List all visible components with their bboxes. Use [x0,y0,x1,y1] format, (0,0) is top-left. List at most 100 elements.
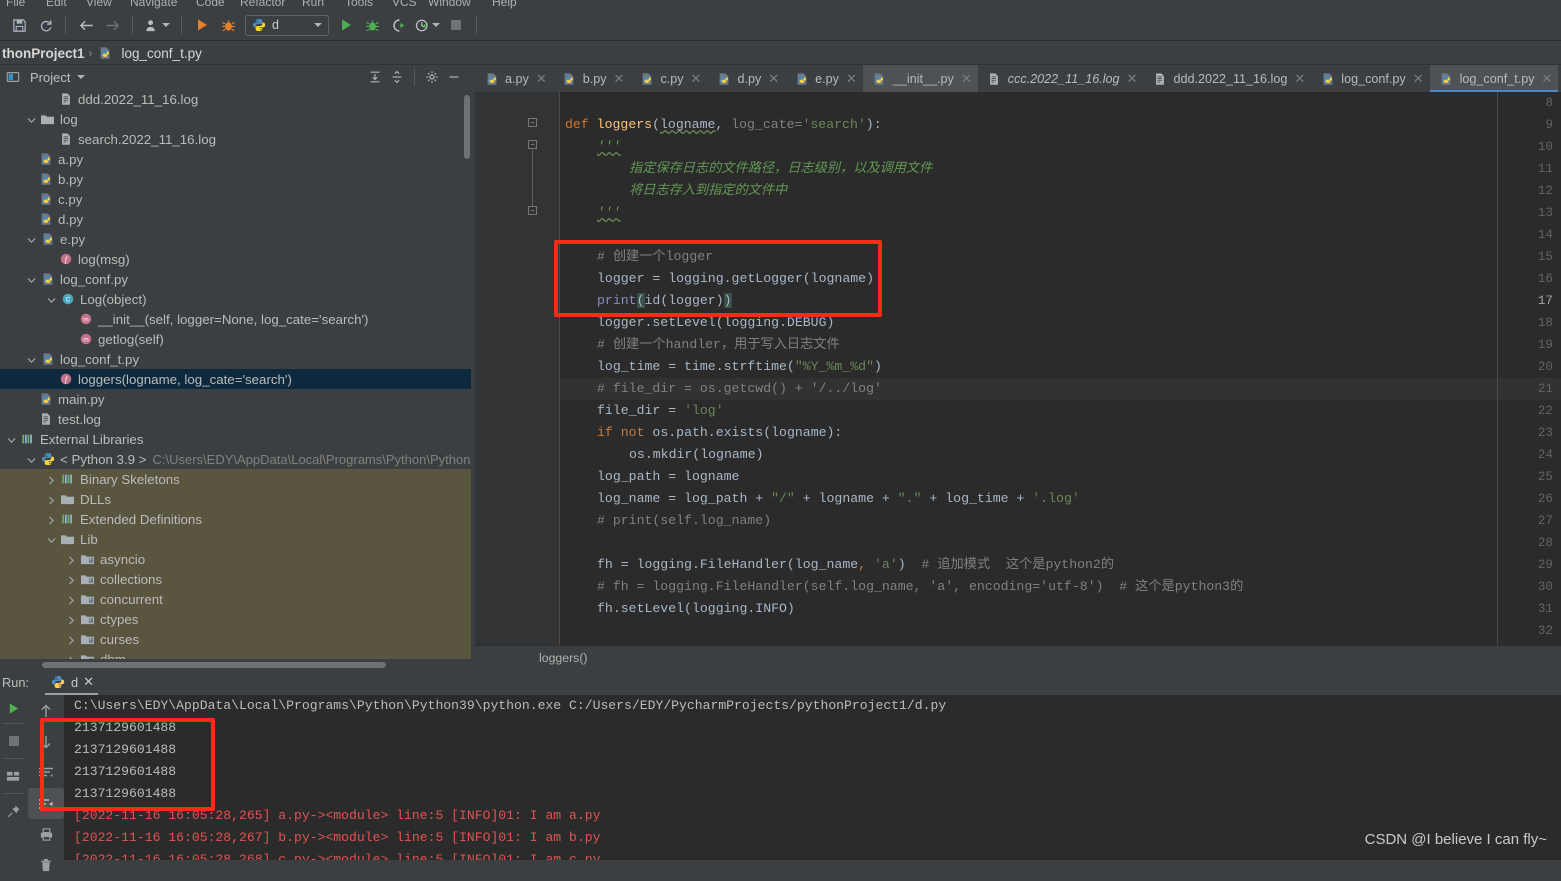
menu-item-help[interactable]: Help [492,0,517,9]
tree-item-dbm[interactable]: dbm [0,649,471,659]
soft-wrap-icon[interactable] [28,757,64,788]
tree-item-e.py[interactable]: e.py [0,229,471,249]
editor-gutter[interactable] [475,92,529,645]
close-icon[interactable]: ✕ [1294,71,1305,87]
tree-item-external-libraries[interactable]: External Libraries [0,429,471,449]
chevron-right-icon[interactable] [46,514,57,525]
profiler-icon[interactable] [411,13,443,37]
fold-marker-docstring-end[interactable]: − [528,206,537,215]
tree-item-collections[interactable]: collections [0,569,471,589]
chevron-down-icon[interactable] [46,294,57,305]
breadcrumb-file[interactable]: log_conf_t.py [122,46,202,61]
close-icon[interactable]: ✕ [614,71,625,87]
chevron-down-icon[interactable] [6,434,17,445]
collapse-all-icon[interactable] [386,67,408,87]
navigate-forward-icon[interactable] [99,13,125,37]
tree-item-search.2022_11_16.log[interactable]: search.2022_11_16.log [0,129,471,149]
project-tree-horizontal-scrollbar[interactable] [0,660,471,669]
rerun-icon[interactable] [0,695,27,721]
navigate-back-icon[interactable] [73,13,99,37]
debug-orange-icon[interactable] [215,13,241,37]
close-icon[interactable]: ✕ [691,71,702,87]
close-icon[interactable]: ✕ [768,71,779,87]
debug-button[interactable] [359,13,385,37]
chevron-down-icon[interactable] [26,114,37,125]
menu-item-tools[interactable]: Tools [345,0,373,9]
breadcrumb-project[interactable]: thonProject1 [2,46,85,61]
editor-tab-b.py[interactable]: b.py ✕ [553,65,631,92]
close-icon[interactable]: ✕ [846,71,857,87]
editor-tab-d.py[interactable]: d.py ✕ [707,65,785,92]
chevron-down-icon[interactable] [26,354,37,365]
chevron-right-icon[interactable] [46,494,57,505]
editor-tab-log_conf.py[interactable]: log_conf.py ✕ [1311,65,1429,92]
hide-panel-icon[interactable] [443,67,465,87]
chevron-down-icon[interactable] [46,534,57,545]
menu-item-run[interactable]: Run [302,0,324,9]
tree-item-lib[interactable]: Lib [0,529,471,549]
run-coverage-icon[interactable] [385,13,411,37]
tree-item-loggers-logname--log_cate--search--[interactable]: f loggers(logname, log_cate='search') [0,369,471,389]
chevron-down-icon[interactable] [77,75,86,79]
menu-item-vcs[interactable]: VCS [392,0,417,9]
tree-item-test.log[interactable]: test.log [0,409,471,429]
tree-item-ctypes[interactable]: ctypes [0,609,471,629]
tree-item-extended-definitions[interactable]: Extended Definitions [0,509,471,529]
scroll-down-icon[interactable] [28,726,64,757]
chevron-down-icon[interactable] [26,274,37,285]
chevron-right-icon[interactable] [66,654,77,659]
close-icon[interactable]: ✕ [1542,71,1553,87]
menu-bar[interactable]: File Edit View Navigate Code Refactor Ru… [0,0,1561,10]
pin-icon[interactable] [0,796,27,826]
close-icon[interactable]: ✕ [536,71,547,87]
project-tree[interactable]: ddd.2022_11_16.log log search.2022_11_16.l… [0,89,471,659]
scrollbar-thumb[interactable] [42,662,386,668]
run-orange-icon[interactable] [189,13,215,37]
tree-item-log_conf_t.py[interactable]: log_conf_t.py [0,349,471,369]
tree-item---python-3.9--[interactable]: < Python 3.9 > C:\Users\EDY\AppData\Local… [0,449,471,469]
trash-icon[interactable] [28,850,64,881]
tree-item-__init__-self--logger-none--log_cate--search--[interactable]: m __init__(self, logger=None, log_cate='s… [0,309,471,329]
close-icon[interactable]: ✕ [961,71,972,87]
tree-item-log_conf.py[interactable]: log_conf.py [0,269,471,289]
menu-item-refactor[interactable]: Refactor [240,0,285,9]
chevron-down-icon[interactable] [26,234,37,245]
tree-item-b.py[interactable]: b.py [0,169,471,189]
tree-item-log-object-[interactable]: C Log(object) [0,289,471,309]
tree-item-concurrent[interactable]: concurrent [0,589,471,609]
chevron-down-icon[interactable] [314,23,322,27]
chevron-down-icon[interactable] [431,23,440,27]
chevron-right-icon[interactable] [66,554,77,565]
tree-item-log[interactable]: log [0,109,471,129]
tree-item-log-msg-[interactable]: f log(msg) [0,249,471,269]
tree-item-dlls[interactable]: DLLs [0,489,471,509]
editor-breadcrumb[interactable]: loggers() [475,645,1561,669]
tree-item-curses[interactable]: curses [0,629,471,649]
editor-tab-ccc.2022_11_16.log[interactable]: ccc.2022_11_16.log ✕ [978,65,1144,92]
editor-tab-__init__.py[interactable]: __init__.py ✕ [862,65,978,92]
tree-item-main.py[interactable]: main.py [0,389,471,409]
menu-item-edit[interactable]: Edit [46,0,67,9]
chevron-right-icon[interactable] [66,614,77,625]
fold-marker-def[interactable]: − [528,118,537,127]
print-icon[interactable] [28,819,64,850]
close-icon[interactable]: ✕ [1127,71,1138,87]
profile-dropdown-icon[interactable] [140,13,174,37]
tree-item-d.py[interactable]: d.py [0,209,471,229]
tree-item-asyncio[interactable]: asyncio [0,549,471,569]
editor-tab-c.py[interactable]: c.py ✕ [630,65,707,92]
stop-button[interactable] [443,13,469,37]
project-tree-vertical-scrollbar[interactable] [464,95,470,159]
run-button[interactable] [333,13,359,37]
menu-item-view[interactable]: View [86,0,112,9]
tree-item-ddd.2022_11_16.log[interactable]: ddd.2022_11_16.log [0,89,471,109]
settings-gear-icon[interactable] [421,67,443,87]
close-icon[interactable]: ✕ [1413,71,1424,87]
chevron-down-icon[interactable] [26,454,37,465]
code-editor[interactable]: 8 9 10 11 12 13 14 15 16 17 18 19 20 21 22 23 24 25 26 27 28… [475,92,1561,645]
chevron-right-icon[interactable] [66,634,77,645]
fold-marker-docstring-start[interactable]: − [528,140,537,149]
menu-item-file[interactable]: File [6,0,25,9]
run-configuration-selector[interactable]: d [245,14,329,36]
editor-tab-e.py[interactable]: e.py ✕ [785,65,863,92]
